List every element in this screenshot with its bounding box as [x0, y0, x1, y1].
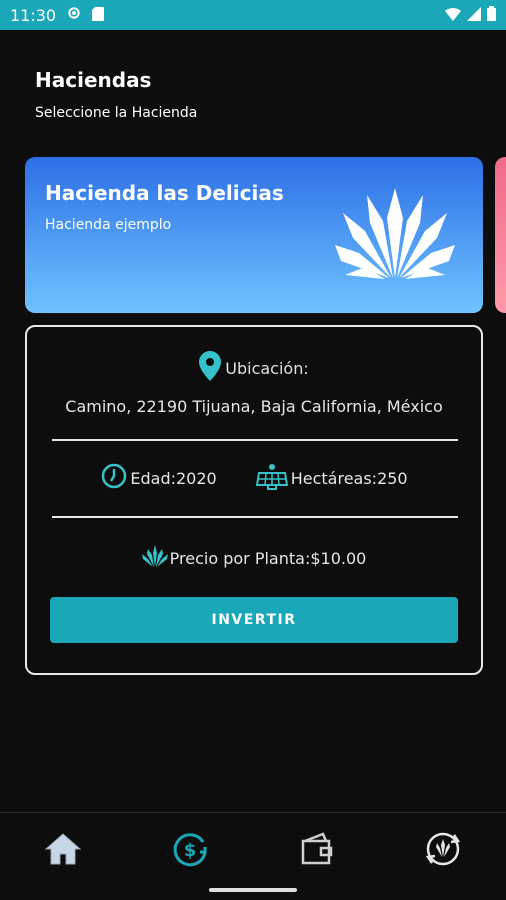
exchange-icon: [425, 832, 461, 866]
location-label: Ubicación:: [225, 358, 309, 378]
bottom-nav: $: [0, 812, 506, 900]
hacienda-title: Hacienda las Delicias: [45, 181, 284, 205]
hacienda-subtitle: Hacienda ejemplo: [45, 217, 172, 233]
hectares-stat: Hectáreas:250: [255, 461, 408, 495]
agave-icon: [335, 188, 455, 279]
status-bar: 11:30: [0, 0, 506, 30]
status-time: 11:30: [10, 5, 57, 25]
settings-icon: [66, 5, 82, 25]
home-icon: [44, 833, 82, 865]
location-pin-icon: [199, 351, 222, 385]
divider: [52, 439, 458, 441]
wallet-icon: [301, 832, 333, 865]
age-label: Edad:2020: [130, 468, 217, 488]
battery-icon: [487, 5, 496, 25]
clock-icon: [100, 462, 128, 494]
age-stat: Edad:2020: [100, 462, 217, 494]
hacienda-details: Ubicación: Camino, 22190 Tijuana, Baja C…: [25, 325, 483, 675]
price-row: Precio por Planta:$10.00: [27, 545, 481, 571]
invest-icon: $: [173, 833, 207, 867]
nav-invest[interactable]: $: [170, 829, 210, 869]
nav-exchange[interactable]: [423, 829, 463, 869]
page-subtitle: Seleccione la Hacienda: [35, 105, 198, 121]
invest-button[interactable]: INVERTIR: [50, 597, 458, 643]
svg-text:$: $: [184, 840, 197, 861]
page-title: Haciendas: [35, 68, 152, 92]
address-text: Camino, 22190 Tijuana, Baja California, …: [65, 397, 443, 416]
nav-wallet[interactable]: [297, 829, 337, 869]
next-hacienda-card[interactable]: [495, 157, 506, 313]
solar-panel-icon: [255, 461, 289, 495]
stats-row: Edad:2020 Hectáreas:250: [27, 461, 481, 495]
agave-plant-icon: [141, 545, 168, 571]
location-row: Ubicación:: [27, 351, 481, 385]
wifi-icon: [445, 6, 461, 25]
sim-card-icon: [92, 6, 105, 25]
price-label: Precio por Planta:$10.00: [169, 548, 367, 568]
home-indicator: [209, 888, 297, 892]
signal-icon: [467, 6, 481, 25]
nav-home[interactable]: [43, 829, 83, 869]
divider: [52, 516, 458, 518]
hacienda-card[interactable]: Hacienda las Delicias Hacienda ejemplo: [25, 157, 483, 313]
hectares-label: Hectáreas:250: [290, 468, 408, 488]
